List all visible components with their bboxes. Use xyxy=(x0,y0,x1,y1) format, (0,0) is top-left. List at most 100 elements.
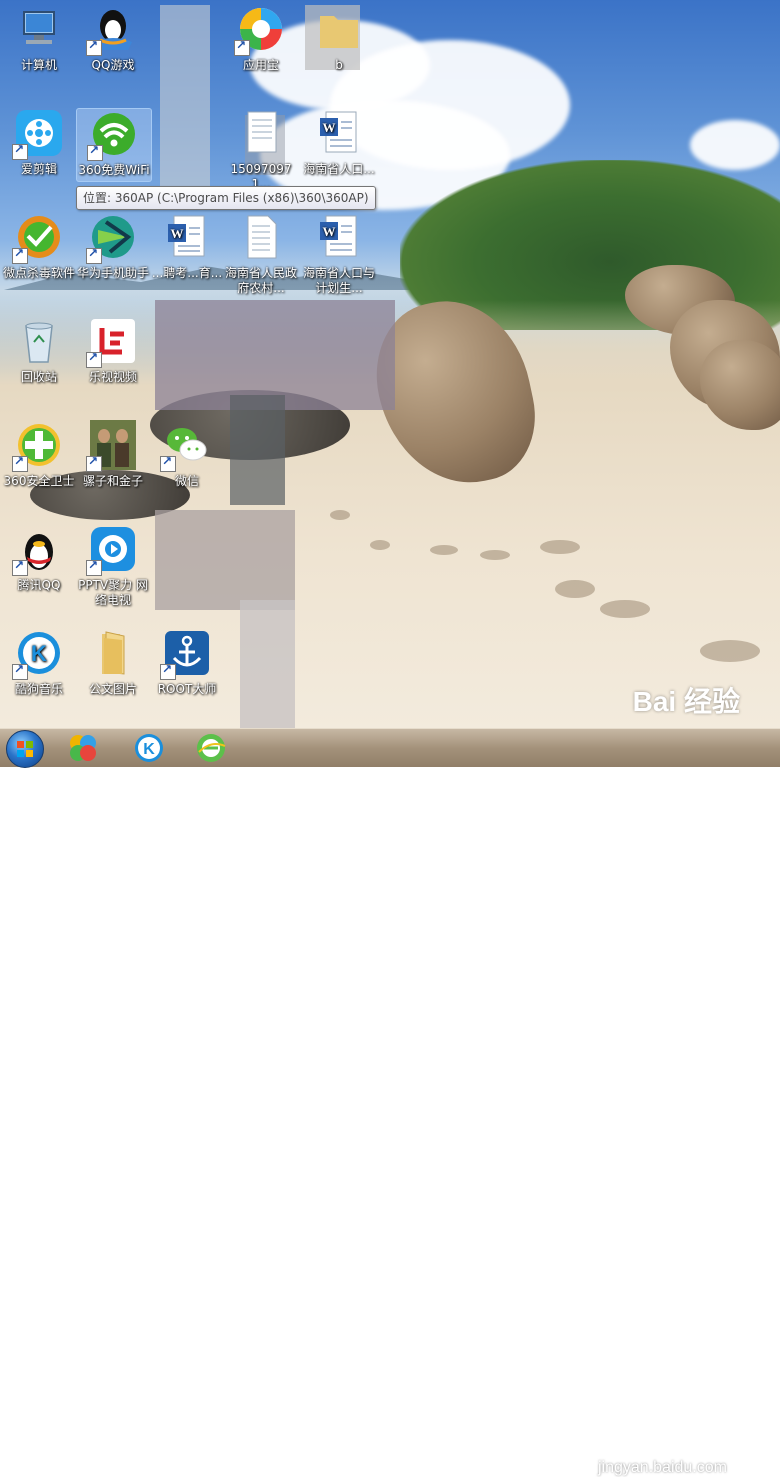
desktop-icon-computer[interactable]: 计算机 xyxy=(2,4,76,73)
desktop-icon-label: 海南省人口与计划生... xyxy=(302,266,375,295)
desktop-icon-hainan-gov-text[interactable]: 海南省人民政府农村... xyxy=(224,212,298,296)
folder-icon xyxy=(88,628,138,678)
desktop-icon-word-doc-recruit[interactable]: W ...聘考...育... xyxy=(150,212,224,281)
shortcut-arrow-icon xyxy=(86,454,102,472)
desktop-icon-luozi[interactable]: 骡子和金子 xyxy=(76,420,150,489)
taskbar-kugou-icon[interactable]: K xyxy=(133,732,165,764)
taskbar-browser-icon[interactable] xyxy=(195,732,227,764)
redaction-mosaic xyxy=(240,600,295,728)
360-safe-guard-icon xyxy=(12,420,64,472)
svg-text:K: K xyxy=(31,641,47,666)
desktop-icon-root-master[interactable]: ROOT大师 xyxy=(150,628,224,697)
footprint xyxy=(370,540,390,550)
windows-logo-icon xyxy=(17,741,33,757)
location-tooltip: 位置: 360AP (C:\Program Files (x86)\360\36… xyxy=(76,186,376,210)
watermark-url: jingyan.baidu.com xyxy=(598,1459,727,1476)
footprint xyxy=(555,580,595,598)
desktop-icon-label: PPTV聚力 网络电视 xyxy=(78,578,148,607)
pptv-icon xyxy=(86,524,138,576)
desktop-icon-kugou[interactable]: K 酷狗音乐 xyxy=(2,628,76,697)
desktop-icon-folder-b[interactable]: b xyxy=(302,4,376,73)
desktop-icon-360-wifi[interactable]: 360免费WiFi xyxy=(76,108,152,182)
desktop-icon-recycle-bin[interactable]: 回收站 xyxy=(2,316,76,385)
desktop-icon-tencent-qq[interactable]: 腾讯QQ xyxy=(2,524,76,593)
desktop-icon-360-safe[interactable]: 360安全卫士 xyxy=(2,420,76,489)
baidu-jingyan-watermark: Bai 经验 xyxy=(632,686,740,717)
shortcut-arrow-icon xyxy=(86,350,102,368)
desktop-icon-label: 酷狗音乐 xyxy=(14,682,63,696)
computer-icon xyxy=(14,4,64,54)
desktop-icon-label: 爱剪辑 xyxy=(20,162,57,176)
shortcut-arrow-icon xyxy=(12,246,28,264)
svg-text:K: K xyxy=(143,741,155,758)
desktop-icon-label: QQ游戏 xyxy=(91,58,135,72)
desktop-icon-huawei-assistant[interactable]: 华为手机助手 xyxy=(76,212,150,281)
start-button[interactable] xyxy=(6,730,44,768)
taskbar-colorful-app-icon[interactable] xyxy=(67,732,99,764)
footprint xyxy=(480,550,510,560)
movie-poster-icon xyxy=(86,420,138,472)
app-store-icon xyxy=(234,4,286,56)
word-document-icon: W xyxy=(314,108,364,158)
desktop-icon-label: 公文图片 xyxy=(88,682,137,696)
desktop-icon-letv[interactable]: 乐视视频 xyxy=(76,316,150,385)
svg-text:W: W xyxy=(171,226,184,241)
desktop-icon-label: 海南省人民政府农村... xyxy=(224,266,297,295)
desktop-icon-label: 回收站 xyxy=(20,370,57,384)
svg-text:W: W xyxy=(323,224,336,239)
desktop-icon-qq-game[interactable]: QQ游戏 xyxy=(76,4,150,73)
desktop-icon-label: 应用宝 xyxy=(242,58,279,72)
desktop-icon-label: 微点杀毒软件 xyxy=(2,266,75,280)
wechat-icon xyxy=(160,420,212,472)
shortcut-arrow-icon xyxy=(12,142,28,160)
shortcut-arrow-icon xyxy=(12,558,28,576)
text-document-icon xyxy=(236,212,286,262)
desktop-icon-wechat[interactable]: 微信 xyxy=(150,420,224,489)
wifi-icon xyxy=(87,109,139,161)
taskbar: K jingyan.baidu.com xyxy=(0,728,780,1476)
shortcut-arrow-icon xyxy=(160,662,176,680)
desktop-icon-label: 乐视视频 xyxy=(88,370,137,384)
svg-text:W: W xyxy=(323,120,336,135)
shortcut-arrow-icon xyxy=(87,143,103,161)
desktop-icon-weidian[interactable]: 微点杀毒软件 xyxy=(2,212,76,281)
redaction-mosaic xyxy=(155,300,395,410)
shortcut-arrow-icon xyxy=(234,38,250,56)
footprint xyxy=(330,510,350,520)
redaction-mosaic xyxy=(155,510,295,610)
word-document-icon: W xyxy=(162,212,212,262)
qq-game-icon xyxy=(86,4,138,56)
shortcut-arrow-icon xyxy=(12,662,28,680)
antivirus-icon xyxy=(12,212,64,264)
word-document-icon: W xyxy=(314,212,364,262)
shortcut-arrow-icon xyxy=(12,454,28,472)
desktop-icon-label: 微信 xyxy=(174,474,199,488)
shortcut-arrow-icon xyxy=(86,246,102,264)
document-file-icon xyxy=(236,108,286,158)
recycle-bin-icon xyxy=(14,316,64,366)
shortcut-arrow-icon xyxy=(86,38,102,56)
desktop-icon-label: 360安全卫士 xyxy=(3,474,75,488)
redaction-mosaic xyxy=(160,5,210,195)
desktop-icon-word-hainan-planning[interactable]: W 海南省人口与计划生... xyxy=(302,212,376,296)
desktop-icon-label: 骡子和金子 xyxy=(82,474,143,488)
desktop-icon-file-1509[interactable]: 150970971... xyxy=(224,108,298,192)
desktop-icon-label: b xyxy=(335,58,343,72)
desktop[interactable]: 计算机 爱剪辑 微点杀毒软件 回收站 360安全卫士 腾讯QQ xyxy=(0,0,780,728)
desktop-icon-word-hainan-population[interactable]: W 海南省人口... xyxy=(302,108,376,177)
desktop-icon-label: 腾讯QQ xyxy=(17,578,61,592)
desktop-icon-folder-documents[interactable]: 公文图片 xyxy=(76,628,150,697)
footprint xyxy=(430,545,458,555)
anchor-icon xyxy=(160,628,212,680)
footprint xyxy=(700,640,760,662)
footprint xyxy=(600,600,650,618)
redaction-mosaic xyxy=(230,395,285,505)
desktop-icon-label: ROOT大师 xyxy=(157,682,217,696)
shortcut-arrow-icon xyxy=(86,558,102,576)
qq-penguin-icon xyxy=(12,524,64,576)
film-reel-icon xyxy=(12,108,64,160)
desktop-icon-pptv[interactable]: PPTV聚力 网络电视 xyxy=(76,524,150,608)
desktop-icon-aijianji[interactable]: 爱剪辑 xyxy=(2,108,76,177)
desktop-icon-label: 360免费WiFi xyxy=(78,163,150,177)
desktop-icon-yingyongbao[interactable]: 应用宝 xyxy=(224,4,298,73)
